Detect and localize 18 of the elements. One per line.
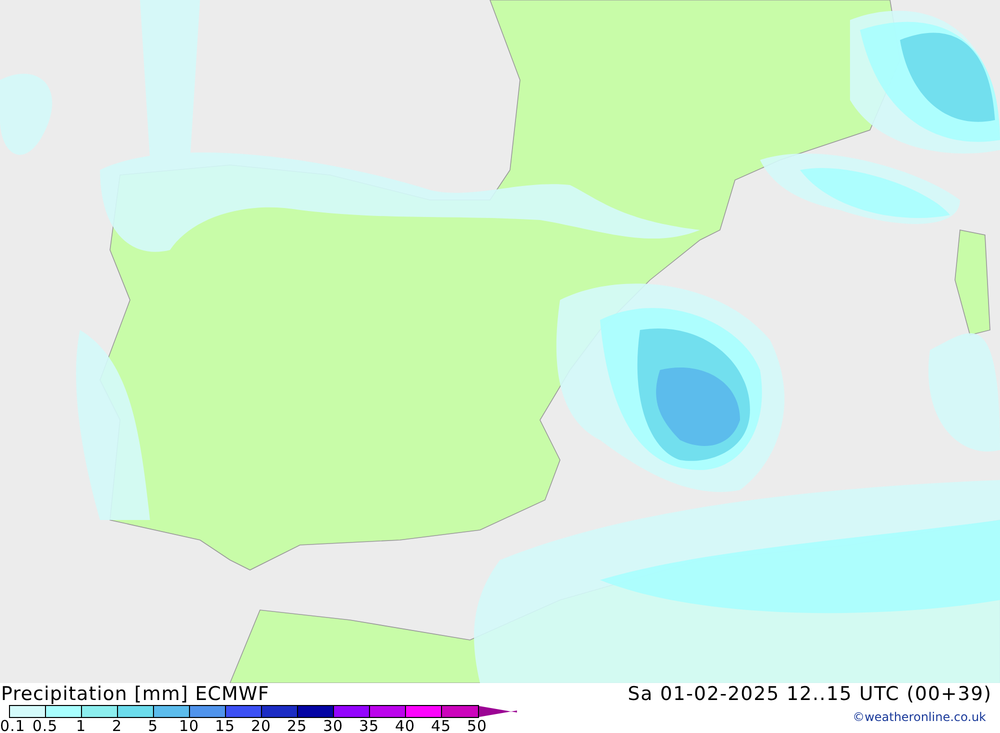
credit-text: ©weatheronline.co.uk xyxy=(852,709,987,724)
scale-tick-label: 35 xyxy=(358,718,380,733)
scale-tick-label: 0.5 xyxy=(31,718,59,733)
valid-time: Sa 01-02-2025 12..15 UTC (00+39) xyxy=(628,683,993,705)
scale-tick-label: 0.1 xyxy=(0,718,26,733)
scale-tick-label: 25 xyxy=(286,718,308,733)
scale-tick-label: 30 xyxy=(322,718,344,733)
map-title: Precipitation [mm] ECMWF xyxy=(0,683,270,705)
scale-tick-label: 5 xyxy=(146,718,160,733)
scale-tick-label: 1 xyxy=(74,718,88,733)
scale-tick-label: 2 xyxy=(110,718,124,733)
scale-arrow-icon xyxy=(479,706,517,717)
scale-tick-label: 15 xyxy=(214,718,236,733)
scale-tick-label: 40 xyxy=(394,718,416,733)
scale-tick-label: 45 xyxy=(430,718,452,733)
scale-tick-label: 10 xyxy=(178,718,200,733)
scale-tick-label: 20 xyxy=(250,718,272,733)
scale-tick-label: 50 xyxy=(466,718,488,733)
